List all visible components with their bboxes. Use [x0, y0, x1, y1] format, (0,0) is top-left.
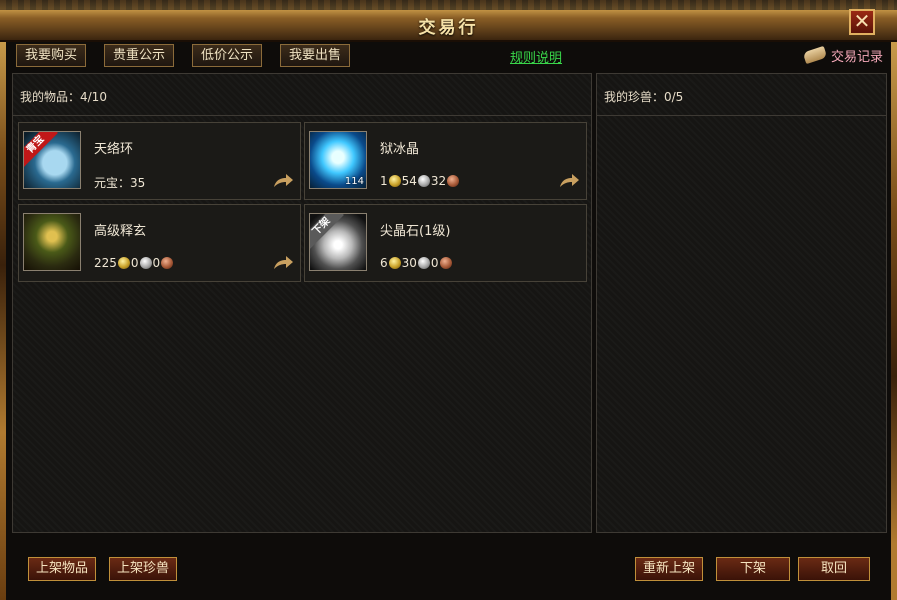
silver-amount: 54	[401, 174, 417, 188]
scroll-icon	[802, 45, 828, 65]
item-name: 天络环	[94, 142, 134, 157]
gold-amount: 1	[380, 174, 388, 188]
item-price: 元宝：35	[94, 174, 145, 191]
item-price: 6 30 0	[380, 256, 453, 270]
monster-icon	[23, 213, 81, 271]
copper-amount: 0	[152, 256, 161, 270]
my-items-header: 我的物品：4/10	[13, 74, 591, 116]
item-card[interactable]: 高级释玄 225 0 0	[18, 204, 301, 282]
gold-coin-icon	[117, 257, 130, 269]
relist-button[interactable]: 重新上架	[635, 557, 704, 581]
silver-coin-icon	[417, 175, 430, 187]
item-badge: 青宝	[24, 132, 58, 167]
silver-amount: 30	[401, 256, 417, 270]
share-arrow-icon[interactable]	[272, 255, 294, 271]
copper-coin-icon	[447, 175, 460, 187]
my-items-count: 我的物品：4/10	[20, 90, 107, 104]
gold-amount: 225	[94, 256, 117, 270]
silver-coin-icon	[417, 257, 430, 269]
item-card[interactable]: 114 狱冰晶 1 54 32	[304, 122, 587, 200]
item-card[interactable]: 青宝 天络环 元宝：35	[18, 122, 301, 200]
list-pet-button[interactable]: 上架珍兽	[109, 557, 178, 581]
copper-coin-icon	[439, 257, 452, 269]
item-card[interactable]: 下架 尖晶石(1级) 6 30 0	[304, 204, 587, 282]
rules-link[interactable]: 规则说明	[510, 47, 562, 66]
trade-records-label: 交易记录	[830, 49, 883, 65]
retrieve-button[interactable]: 取回	[798, 557, 870, 581]
close-button[interactable]: ✕	[849, 9, 875, 35]
delist-button[interactable]: 下架	[716, 557, 790, 581]
tab-sell[interactable]: 我要出售	[280, 44, 351, 67]
trade-records-button[interactable]: 交易记录	[802, 44, 883, 66]
item-name: 狱冰晶	[380, 142, 420, 157]
my-items-panel: 我的物品：4/10 青宝 天络环 元宝：35 114 狱冰晶 1 54 32 高…	[12, 73, 592, 533]
item-price: 225 0 0	[94, 256, 174, 270]
silver-coin-icon	[139, 257, 152, 269]
item-price: 1 54 32	[380, 174, 460, 188]
item-badge: 下架	[310, 214, 344, 249]
copper-coin-icon	[161, 257, 174, 269]
tab-valuable-notice[interactable]: 贵重公示	[104, 44, 175, 67]
share-arrow-icon[interactable]	[272, 173, 294, 189]
tab-buy[interactable]: 我要购买	[16, 44, 87, 67]
left-frame-trim	[0, 42, 6, 600]
window-title: 交易行	[418, 18, 479, 38]
gem-icon: 下架	[309, 213, 367, 271]
my-pets-count: 我的珍兽：0/5	[604, 90, 684, 104]
list-item-button[interactable]: 上架物品	[28, 557, 97, 581]
copper-amount: 0	[430, 256, 439, 270]
silver-amount: 0	[130, 256, 139, 270]
copper-amount: 32	[430, 174, 447, 188]
right-frame-trim	[891, 42, 897, 600]
gold-coin-icon	[388, 175, 401, 187]
gold-amount: 6	[380, 256, 388, 270]
my-pets-panel: 我的珍兽：0/5	[596, 73, 887, 533]
gold-coin-icon	[388, 257, 401, 269]
tab-lowprice-notice[interactable]: 低价公示	[192, 44, 263, 67]
ring-icon: 青宝	[23, 131, 81, 189]
share-arrow-icon[interactable]	[558, 173, 580, 189]
item-name: 尖晶石(1级)	[380, 224, 451, 239]
ice-crystal-icon: 114	[309, 131, 367, 189]
item-quantity: 114	[344, 176, 364, 187]
item-name: 高级释玄	[94, 224, 147, 239]
yuanbao-price: 元宝：35	[94, 176, 146, 190]
title-bar: 交易行 ✕	[0, 0, 897, 42]
my-pets-header: 我的珍兽：0/5	[597, 74, 886, 116]
